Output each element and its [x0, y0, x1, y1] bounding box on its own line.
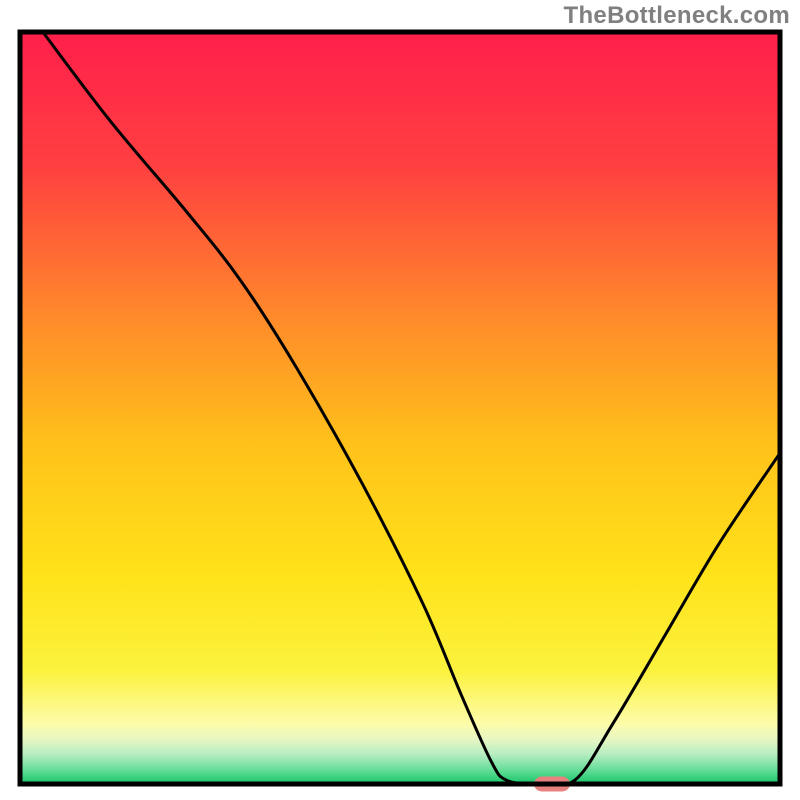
- plot-background: [20, 32, 780, 784]
- bottleneck-chart: [0, 0, 800, 800]
- chart-container: TheBottleneck.com: [0, 0, 800, 800]
